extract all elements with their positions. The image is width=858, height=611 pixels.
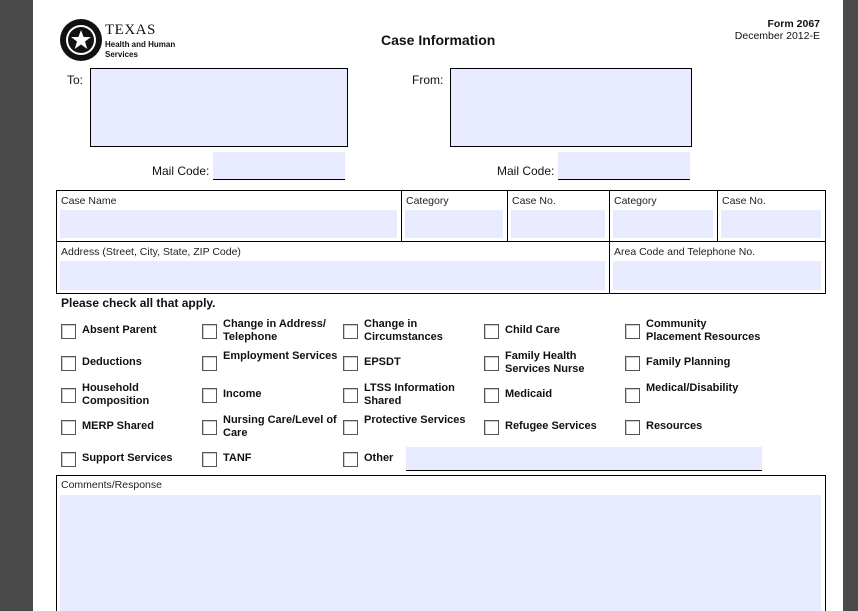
checkbox-0-2[interactable] bbox=[343, 324, 358, 339]
checkbox-2-4[interactable] bbox=[625, 388, 640, 403]
phone-label: Area Code and Telephone No. bbox=[614, 246, 756, 258]
category-field-1[interactable] bbox=[405, 210, 503, 238]
other-text-field[interactable] bbox=[406, 447, 762, 471]
checkbox-3-2[interactable] bbox=[343, 420, 358, 435]
checkbox-label-1-2: EPSDT bbox=[364, 356, 401, 368]
from-mail-code-field[interactable] bbox=[558, 152, 690, 180]
checkbox-3-0[interactable] bbox=[61, 420, 76, 435]
checkbox-1-0[interactable] bbox=[61, 356, 76, 371]
form-page: TEXAS Health and Human Services Case Inf… bbox=[33, 0, 843, 611]
checkbox-label-0-2: Change in Circumstances bbox=[364, 318, 443, 343]
checkbox-4-1[interactable] bbox=[202, 452, 217, 467]
checkbox-2-0[interactable] bbox=[61, 388, 76, 403]
logo-sub-line1: Health and Human bbox=[105, 40, 176, 49]
checkbox-1-4[interactable] bbox=[625, 356, 640, 371]
checklist-heading: Please check all that apply. bbox=[61, 296, 216, 310]
from-field[interactable] bbox=[450, 68, 692, 147]
phone-cell: Area Code and Telephone No. bbox=[610, 242, 825, 293]
category-cell-1: Category bbox=[402, 191, 508, 242]
case-no-cell-1: Case No. bbox=[508, 191, 610, 242]
category-cell-2: Category bbox=[610, 191, 718, 242]
checkbox-3-4[interactable] bbox=[625, 420, 640, 435]
checkbox-0-0[interactable] bbox=[61, 324, 76, 339]
case-table: Case Name Category Case No. Category Cas… bbox=[56, 190, 826, 294]
comments-label: Comments/Response bbox=[61, 479, 162, 491]
logo-name: TEXAS bbox=[105, 22, 156, 38]
to-label: To: bbox=[67, 73, 84, 87]
category-field-2[interactable] bbox=[613, 210, 713, 238]
checkbox-label-1-1: Employment Services bbox=[223, 350, 338, 362]
checkbox-1-1[interactable] bbox=[202, 356, 217, 371]
checkbox-label-3-2: Protective Services bbox=[364, 414, 466, 426]
checkbox-2-2[interactable] bbox=[343, 388, 358, 403]
checkbox-label-2-4: Medical/Disability bbox=[646, 382, 739, 394]
category-label-2: Category bbox=[614, 195, 657, 207]
checkbox-label-0-3: Child Care bbox=[505, 324, 561, 336]
address-field[interactable] bbox=[60, 261, 605, 290]
checkbox-label-2-3: Medicaid bbox=[505, 388, 553, 400]
checkbox-label-0-0: Absent Parent bbox=[82, 324, 157, 336]
address-label: Address (Street, City, State, ZIP Code) bbox=[61, 246, 241, 258]
checkbox-0-3[interactable] bbox=[484, 324, 499, 339]
checkbox-2-3[interactable] bbox=[484, 388, 499, 403]
checkbox-3-3[interactable] bbox=[484, 420, 499, 435]
checkbox-label-1-0: Deductions bbox=[82, 356, 142, 368]
checkbox-4-2[interactable] bbox=[343, 452, 358, 467]
checkbox-2-1[interactable] bbox=[202, 388, 217, 403]
checkbox-label-0-1: Change in Address/ Telephone bbox=[223, 318, 326, 343]
checkbox-label-3-1: Nursing Care/Level of Care bbox=[223, 414, 337, 439]
checkbox-3-1[interactable] bbox=[202, 420, 217, 435]
from-label: From: bbox=[412, 73, 444, 87]
case-name-label: Case Name bbox=[61, 195, 117, 207]
checkbox-label-2-2: LTSS Information Shared bbox=[364, 382, 455, 407]
to-mail-code-label: Mail Code: bbox=[152, 164, 210, 178]
logo-sub-line2: Services bbox=[105, 50, 138, 59]
to-field[interactable] bbox=[90, 68, 348, 147]
case-no-field-2[interactable] bbox=[721, 210, 821, 238]
comments-field[interactable] bbox=[60, 495, 821, 611]
checkbox-label-3-3: Refugee Services bbox=[505, 420, 597, 432]
checkbox-0-4[interactable] bbox=[625, 324, 640, 339]
texas-seal-icon bbox=[60, 19, 102, 61]
checkbox-label-4-1: TANF bbox=[223, 452, 252, 464]
checkbox-1-2[interactable] bbox=[343, 356, 358, 371]
case-no-label-2: Case No. bbox=[722, 195, 766, 207]
checkbox-label-4-0: Support Services bbox=[82, 452, 173, 464]
category-label-1: Category bbox=[406, 195, 449, 207]
logo-subtitle: Health and Human Services bbox=[105, 40, 175, 60]
checkbox-label-2-0: Household Composition bbox=[82, 382, 150, 407]
hhs-logo: TEXAS Health and Human Services bbox=[59, 18, 179, 62]
checkbox-1-3[interactable] bbox=[484, 356, 499, 371]
checkbox-label-3-4: Resources bbox=[646, 420, 703, 432]
checkbox-label-3-0: MERP Shared bbox=[82, 420, 154, 432]
checkbox-label-2-1: Income bbox=[223, 388, 262, 400]
case-no-label-1: Case No. bbox=[512, 195, 556, 207]
checkbox-4-0[interactable] bbox=[61, 452, 76, 467]
checkbox-label-1-4: Family Planning bbox=[646, 356, 731, 368]
from-mail-code-label: Mail Code: bbox=[497, 164, 555, 178]
page-title: Case Information bbox=[381, 32, 496, 48]
form-date: December 2012-E bbox=[734, 30, 820, 42]
checkbox-label-0-4: Community Placement Resources bbox=[646, 318, 761, 343]
form-number: Form 2067 bbox=[767, 18, 820, 30]
case-name-field[interactable] bbox=[60, 210, 397, 238]
form-number-block: Form 2067 December 2012-E bbox=[735, 18, 820, 42]
checkbox-label-1-3: Family Health Services Nurse bbox=[505, 350, 585, 375]
comments-section: Comments/Response bbox=[56, 475, 826, 611]
to-mail-code-field[interactable] bbox=[213, 152, 345, 180]
case-no-field-1[interactable] bbox=[511, 210, 605, 238]
case-no-cell-2: Case No. bbox=[718, 191, 825, 242]
case-name-cell: Case Name bbox=[57, 191, 402, 242]
address-cell: Address (Street, City, State, ZIP Code) bbox=[57, 242, 610, 293]
phone-field[interactable] bbox=[613, 261, 821, 290]
checkbox-0-1[interactable] bbox=[202, 324, 217, 339]
